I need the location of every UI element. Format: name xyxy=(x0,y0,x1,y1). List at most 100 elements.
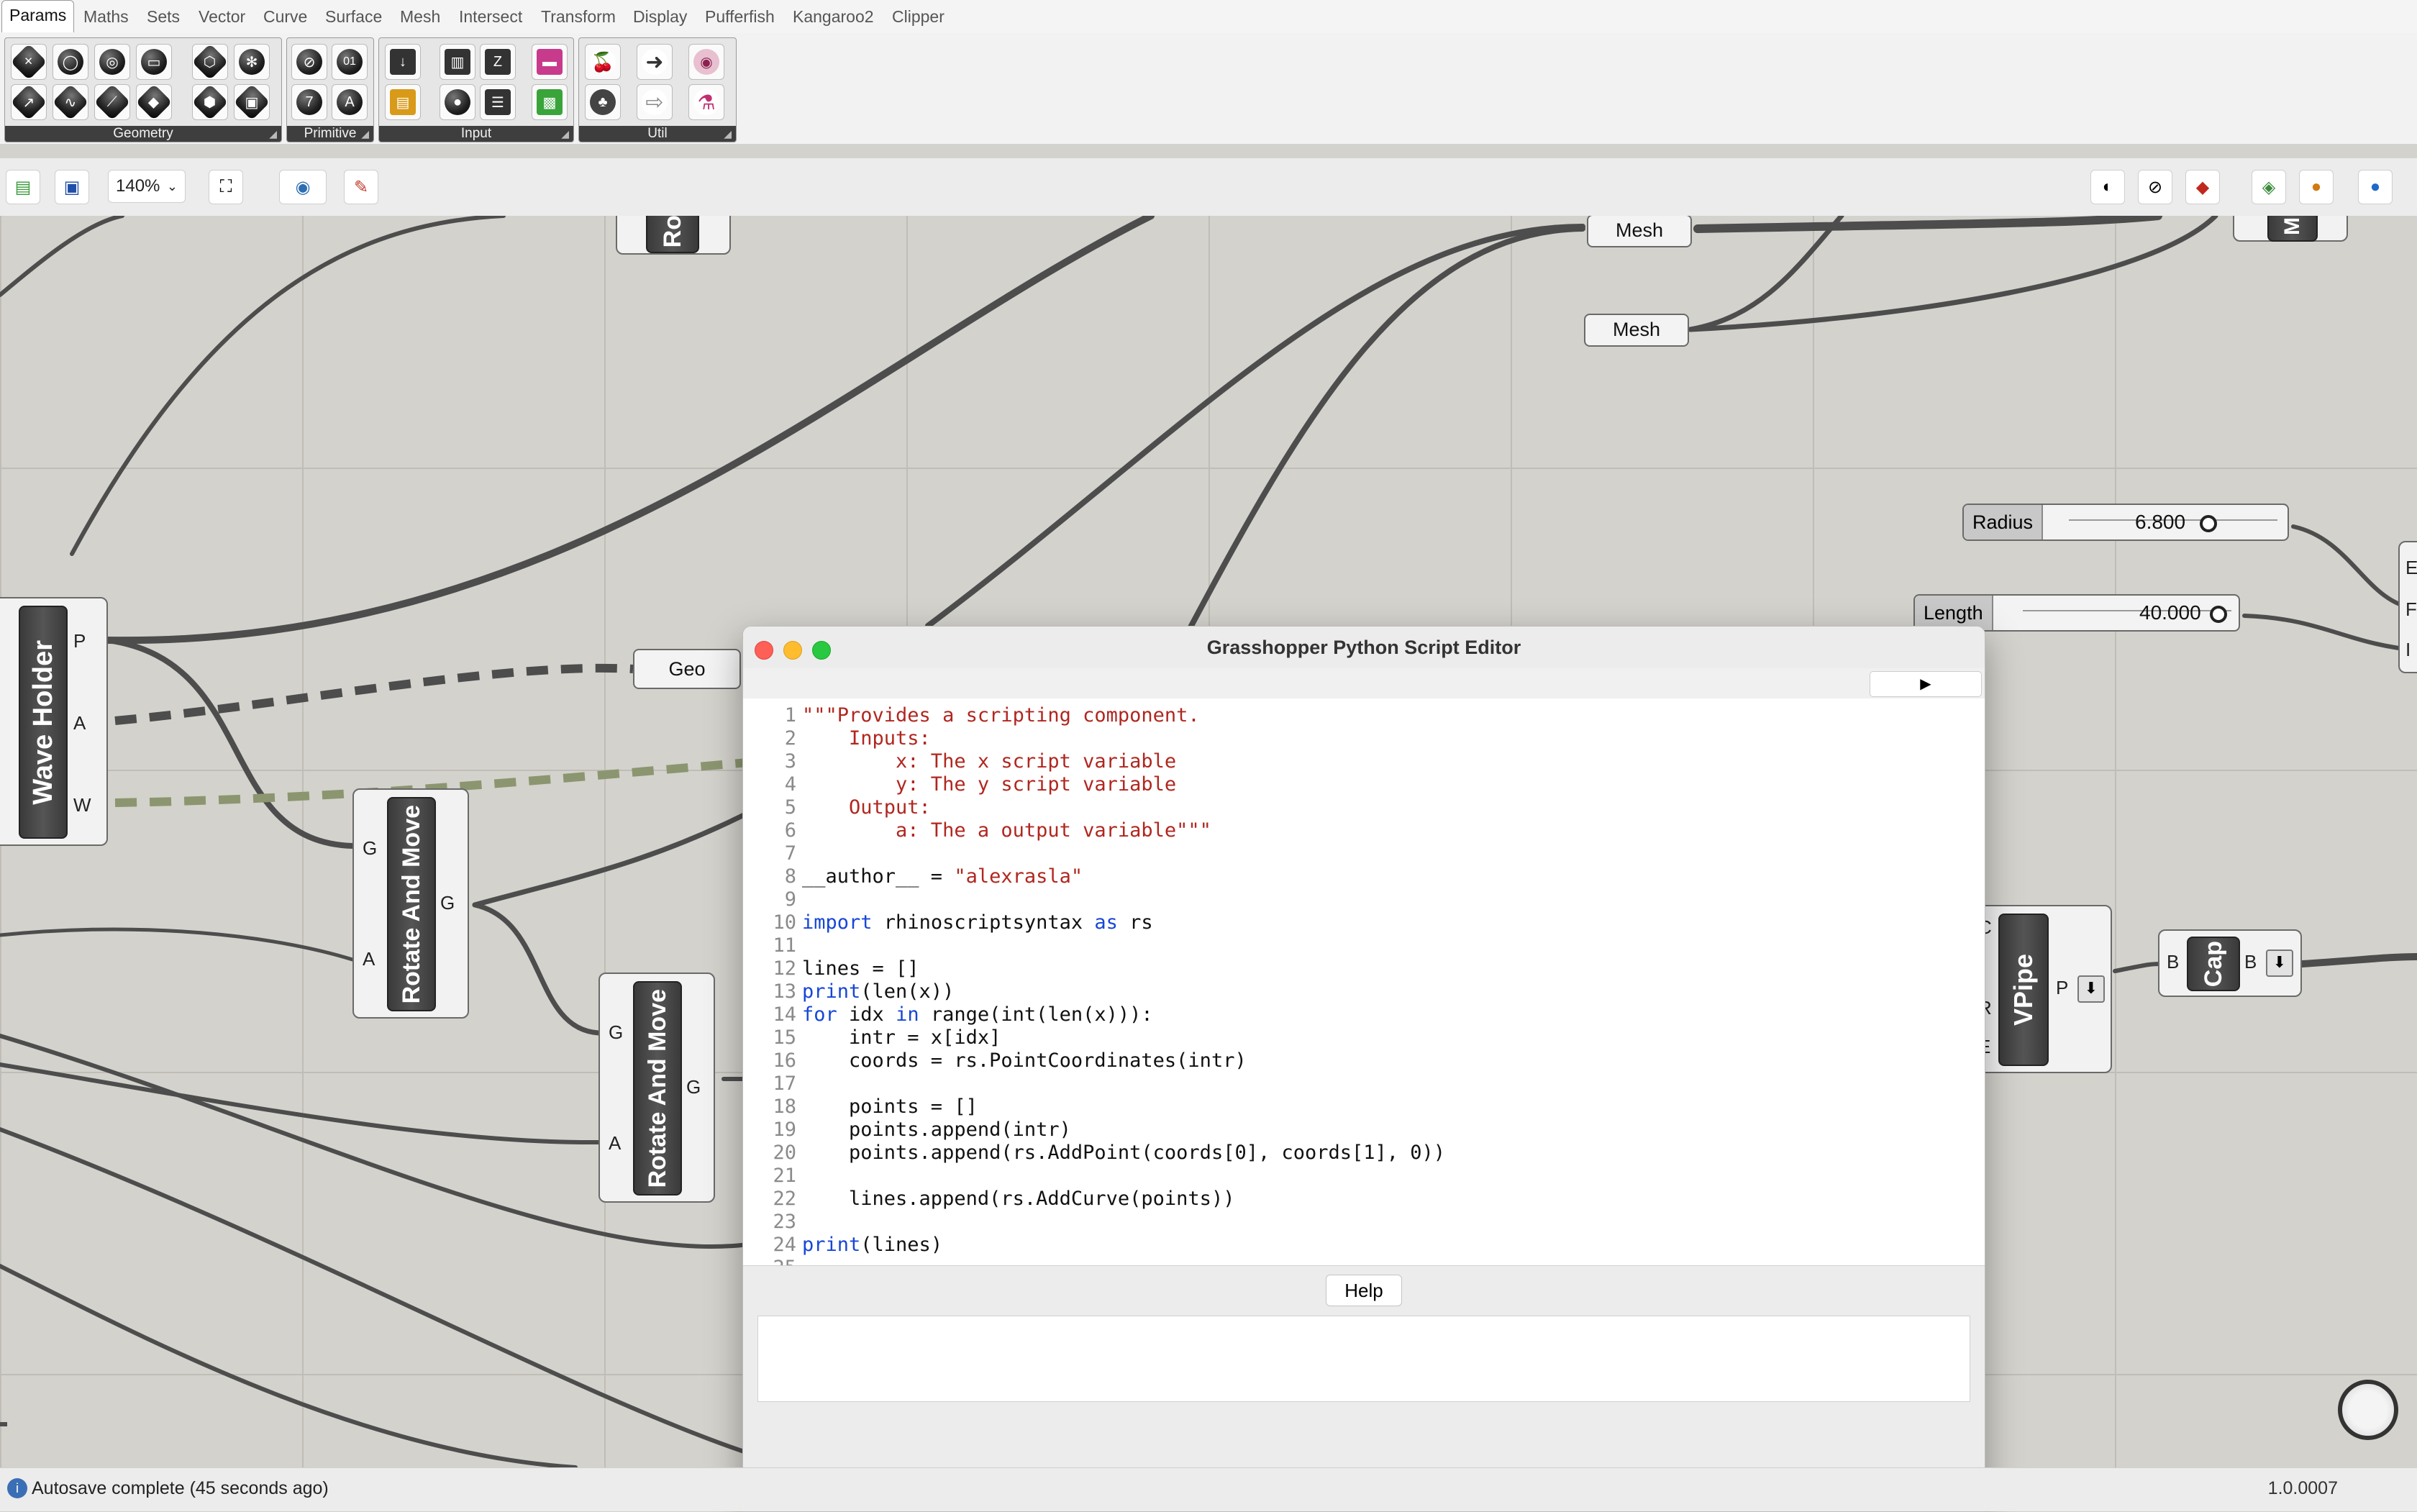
tab-params[interactable]: Params xyxy=(1,0,75,32)
mesh-param-2[interactable]: Mesh xyxy=(1584,314,1689,347)
mesh-param-button[interactable]: ▣ xyxy=(233,83,270,121)
galapagos-button[interactable]: ♣ xyxy=(585,84,621,120)
boolean-param-button[interactable]: ⊘ xyxy=(291,44,327,80)
preview-button[interactable]: ◉ xyxy=(279,170,327,204)
vpipe-component[interactable]: VPipe C t R E P ⬇ xyxy=(1974,905,2112,1073)
pin-icon[interactable]: ◢ xyxy=(561,126,569,142)
preview-none-button[interactable]: ⊘ xyxy=(2138,170,2172,204)
control-knob-button[interactable]: ● xyxy=(440,84,475,120)
input-port-b[interactable]: B xyxy=(2167,951,2179,973)
rectangle-param-button[interactable]: ▭ xyxy=(136,44,172,80)
geometry-icon-button[interactable]: × xyxy=(10,43,47,81)
curve-param-button[interactable]: ∿ xyxy=(52,83,89,121)
input-port-i[interactable]: I xyxy=(2405,639,2411,661)
graph-mapper-button[interactable]: ▤ xyxy=(385,84,421,120)
output-port-b[interactable]: B xyxy=(2244,951,2257,973)
integer-param-button[interactable]: 01 xyxy=(332,44,368,80)
input-port-N[interactable]: N xyxy=(0,738,1,760)
text-param-button[interactable]: A xyxy=(332,84,368,120)
circular-arc-param-button[interactable]: ◎ xyxy=(94,44,130,80)
output-port-g[interactable]: G xyxy=(440,892,455,914)
plane-param-button[interactable]: ◆ xyxy=(135,83,173,121)
clipped-pipe-component[interactable]: E F I xyxy=(2398,541,2417,673)
pin-icon[interactable]: ◢ xyxy=(724,126,732,142)
tab-vector[interactable]: Vector xyxy=(199,4,245,29)
gradient-button[interactable]: ▬ xyxy=(532,44,568,80)
digit-scroller-button[interactable]: Z xyxy=(480,44,516,80)
input-port-g[interactable]: G xyxy=(609,1021,623,1044)
value-list-button[interactable]: ☰ xyxy=(480,84,516,120)
cherry-picker-button[interactable]: 🍒 xyxy=(585,44,621,80)
sketch-button[interactable]: ✎ xyxy=(344,170,378,204)
input-port-f[interactable]: F xyxy=(2405,598,2417,621)
zoom-extents-button[interactable]: ⛶ xyxy=(209,170,243,204)
wave-holder-component[interactable]: Wave Holder Z n d N D R P A W xyxy=(0,597,108,846)
rotate-and-move-component-2[interactable]: Rotate And Move G A G xyxy=(598,973,715,1203)
output-port-a[interactable]: A xyxy=(73,712,86,734)
circle-param-button[interactable]: ◯ xyxy=(53,44,88,80)
import-button[interactable]: ↓ xyxy=(385,44,421,80)
input-port-a[interactable]: A xyxy=(609,1132,621,1155)
navigation-compass-icon[interactable] xyxy=(2338,1380,2398,1440)
output-port-g[interactable]: G xyxy=(686,1076,701,1098)
rotate-and-move-component-1[interactable]: Rotate And Move G A G xyxy=(352,788,469,1019)
input-port-D[interactable]: D xyxy=(0,778,1,801)
output-port-p[interactable]: P xyxy=(2056,977,2068,999)
output-panel[interactable] xyxy=(757,1316,1970,1402)
preview-selected-button[interactable]: ◈ xyxy=(2252,170,2286,204)
box-param-button[interactable]: ⬡ xyxy=(191,43,229,81)
preview-wireframe-button[interactable]: ◐ xyxy=(2090,170,2125,204)
data-input-button[interactable]: ⇨ xyxy=(637,84,673,120)
output-port-w[interactable]: W xyxy=(73,794,91,816)
save-file-button[interactable]: ▣ xyxy=(55,170,89,204)
pin-icon[interactable]: ◢ xyxy=(361,126,369,142)
tab-curve[interactable]: Curve xyxy=(263,4,307,29)
tab-pufferfish[interactable]: Pufferfish xyxy=(705,4,775,29)
image-sampler-button[interactable]: ▩ xyxy=(532,84,568,120)
tab-transform[interactable]: Transform xyxy=(541,4,616,29)
tab-mesh[interactable]: Mesh xyxy=(400,4,440,29)
slider-knob[interactable] xyxy=(2200,515,2217,532)
calculator-button[interactable]: ▥ xyxy=(440,44,475,80)
editor-titlebar[interactable]: Grasshopper Python Script Editor xyxy=(743,627,1985,669)
tab-kangaroo2[interactable]: Kangaroo2 xyxy=(793,4,874,29)
code-editor[interactable]: 1 """Provides a scripting component. 2 Inp… xyxy=(743,698,1985,1265)
input-port-e[interactable]: E xyxy=(2405,557,2417,579)
tab-surface[interactable]: Surface xyxy=(325,4,382,29)
output-port-p[interactable]: P xyxy=(73,630,86,652)
data-output-button[interactable]: ➜ xyxy=(637,44,673,80)
output-menu-icon[interactable]: ⬇ xyxy=(2077,975,2105,1003)
output-menu-icon[interactable]: ⬇ xyxy=(2266,949,2293,977)
vector-param-button[interactable]: ↗ xyxy=(10,83,47,121)
brep-param-button[interactable]: ⬢ xyxy=(191,83,229,121)
tab-sets[interactable]: Sets xyxy=(147,4,180,29)
grasshopper-info-icon[interactable]: i xyxy=(7,1478,27,1498)
help-button[interactable]: Help xyxy=(1326,1275,1402,1306)
clipped-component[interactable]: M xyxy=(2233,216,2348,242)
open-file-button[interactable]: ▤ xyxy=(6,170,40,204)
tab-display[interactable]: Display xyxy=(633,4,687,29)
zoom-dropdown[interactable]: 140% ⌄ xyxy=(108,170,186,203)
flask-button[interactable]: ⚗ xyxy=(688,84,724,120)
geo-param[interactable]: Geo xyxy=(633,649,741,689)
document-preview-button[interactable]: ● xyxy=(2299,170,2334,204)
mesh-param-1[interactable]: Mesh xyxy=(1587,216,1692,247)
tab-intersect[interactable]: Intersect xyxy=(459,4,522,29)
line-param-button[interactable]: ⟋ xyxy=(94,83,131,121)
run-script-button[interactable]: ▶ xyxy=(1870,671,1982,697)
tab-maths[interactable]: Maths xyxy=(83,4,129,29)
pin-icon[interactable]: ◢ xyxy=(269,126,277,142)
input-port-R[interactable]: R xyxy=(0,814,1,837)
tab-clipper[interactable]: Clipper xyxy=(892,4,945,29)
rotate-move-clipped-component[interactable]: Ro xyxy=(616,216,731,255)
slider-knob[interactable] xyxy=(2210,606,2227,623)
number-param-button[interactable]: 7 xyxy=(291,84,327,120)
radius-slider[interactable]: Radius 6.800 xyxy=(1962,504,2289,541)
input-port-a[interactable]: A xyxy=(363,948,375,970)
preview-shaded-button[interactable]: ◆ xyxy=(2185,170,2220,204)
field-param-button[interactable]: ✻ xyxy=(234,44,270,80)
fitness-button[interactable]: ◉ xyxy=(688,44,724,80)
render-mesh-button[interactable]: ● xyxy=(2358,170,2393,204)
cap-component[interactable]: Cap B B ⬇ xyxy=(2158,929,2302,997)
input-port-g[interactable]: G xyxy=(363,837,377,860)
